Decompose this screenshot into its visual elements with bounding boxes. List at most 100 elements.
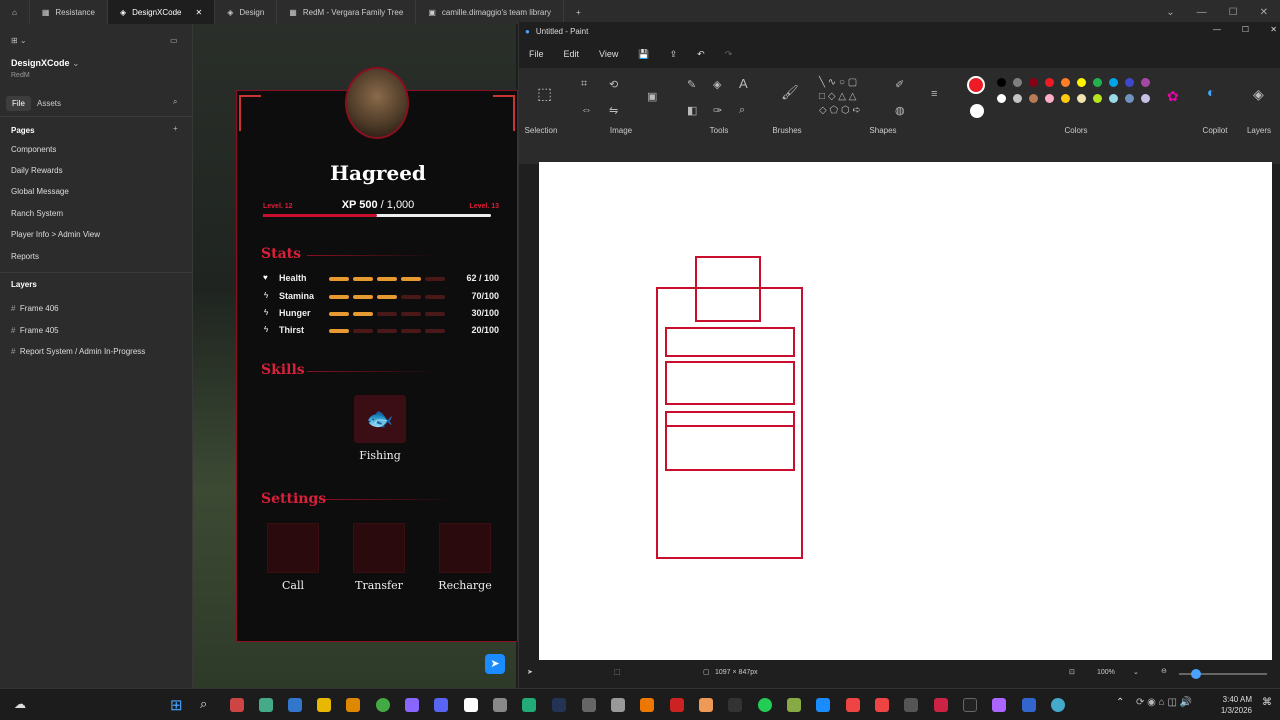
color-picker-icon[interactable]: ✑	[713, 104, 722, 117]
app-icon[interactable]	[464, 698, 478, 712]
save-icon[interactable]: 💾	[638, 49, 649, 60]
palette-color-swatch[interactable]	[997, 94, 1006, 103]
page-item[interactable]: Components	[11, 145, 56, 154]
figma-menu-icon[interactable]: ⊞ ⌄	[11, 36, 27, 45]
page-item[interactable]: Daily Rewards	[11, 166, 63, 175]
page-item[interactable]: Ranch System	[11, 209, 63, 218]
calculator-icon[interactable]	[904, 698, 918, 712]
tab-design[interactable]: ◈ Design	[215, 0, 278, 24]
palette-color-swatch[interactable]	[1109, 94, 1118, 103]
search-icon[interactable]: ⌕	[173, 97, 177, 107]
app-icon[interactable]	[670, 698, 684, 712]
panel-toggle-icon[interactable]: ▭	[170, 36, 178, 45]
layer-item[interactable]: # Frame 405	[11, 326, 59, 335]
app-icon[interactable]	[493, 698, 507, 712]
palette-color-swatch[interactable]	[1061, 78, 1070, 87]
app-icon[interactable]	[259, 698, 273, 712]
palette-color-swatch[interactable]	[1061, 94, 1070, 103]
palette-color-swatch[interactable]	[1029, 94, 1038, 103]
selection-icon[interactable]: ⬚	[537, 84, 552, 104]
call-button[interactable]	[267, 523, 319, 573]
chevron-down-icon[interactable]: ⌄	[1166, 7, 1174, 18]
palette-color-swatch[interactable]	[1077, 78, 1086, 87]
menu-edit[interactable]: Edit	[564, 49, 580, 59]
layers-icon[interactable]: ◈	[1253, 86, 1264, 103]
terminal-icon[interactable]	[963, 698, 977, 712]
clock[interactable]: 3:40 AM 1/3/2026	[1218, 694, 1252, 716]
eraser-icon[interactable]: ◧	[687, 104, 697, 117]
transfer-button[interactable]	[353, 523, 405, 573]
fishing-skill-tile[interactable]: 🐟	[354, 395, 406, 443]
palette-color-swatch[interactable]	[1125, 78, 1134, 87]
palette-color-swatch[interactable]	[1141, 78, 1150, 87]
app-icon[interactable]	[405, 698, 419, 712]
flip-icon[interactable]: ⇋	[609, 104, 618, 117]
page-item[interactable]: Player Info > Admin View	[11, 230, 100, 239]
palette-color-swatch[interactable]	[1141, 94, 1150, 103]
app-icon[interactable]	[1022, 698, 1036, 712]
app-icon[interactable]	[230, 698, 244, 712]
app-icon[interactable]	[288, 698, 302, 712]
app-icon[interactable]	[522, 698, 536, 712]
home-tab[interactable]: ⌂	[0, 0, 30, 24]
palette-color-swatch[interactable]	[1045, 78, 1054, 87]
palette-color-swatch[interactable]	[997, 78, 1006, 87]
maximize-icon[interactable]: ☐	[1229, 7, 1238, 18]
app-icon[interactable]	[346, 698, 360, 712]
app-icon[interactable]	[611, 698, 625, 712]
secondary-color-swatch[interactable]	[970, 104, 984, 118]
app-icon[interactable]	[846, 698, 860, 712]
fit-view-icon[interactable]: ⊡	[1069, 668, 1075, 676]
maximize-icon[interactable]: ☐	[1242, 25, 1249, 34]
project-name[interactable]: DesignXCode ⌄	[11, 58, 80, 69]
pencil-icon[interactable]: ✎	[687, 78, 696, 91]
minimize-icon[interactable]: —	[1197, 7, 1207, 18]
shape-size-icon[interactable]: ≡	[931, 88, 937, 100]
zoom-slider-thumb[interactable]	[1191, 669, 1201, 679]
palette-color-swatch[interactable]	[1093, 94, 1102, 103]
share-icon[interactable]: ⇪	[670, 49, 678, 60]
copilot-icon[interactable]: ◐	[1207, 84, 1215, 100]
weather-icon[interactable]: ☁	[14, 697, 26, 711]
vscode-icon[interactable]	[816, 698, 830, 712]
paint-app-icon[interactable]	[1051, 698, 1065, 712]
shapes-gallery-icon[interactable]: ╲ ∿ ○ ▢ □ ◇ △ △ ◇ ⬠ ⬡ ➪	[819, 76, 861, 118]
fill-style-icon[interactable]: ◍	[895, 104, 905, 117]
tab-team-library[interactable]: ▣ camille.dimaggio's team library	[416, 0, 565, 24]
zoom-level[interactable]: 100%	[1097, 669, 1115, 676]
palette-color-swatch[interactable]	[1093, 78, 1102, 87]
close-icon[interactable]: ✕	[1270, 25, 1277, 34]
close-icon[interactable]: ✕	[1260, 7, 1268, 18]
fill-icon[interactable]: ◈	[713, 78, 721, 91]
tab-designxcode[interactable]: ◈ DesignXCode ✕	[107, 0, 216, 24]
app-icon[interactable]	[640, 698, 654, 712]
chrome-icon[interactable]	[376, 698, 390, 712]
redo-icon[interactable]: ↷	[725, 49, 733, 60]
steam-icon[interactable]	[552, 698, 566, 712]
brush-icon[interactable]: 🖌	[781, 84, 799, 101]
color-wheel-icon[interactable]: ✿	[1167, 88, 1179, 105]
palette-color-swatch[interactable]	[1029, 78, 1038, 87]
palette-color-swatch[interactable]	[1077, 94, 1086, 103]
assets-tab[interactable]: Assets	[37, 99, 61, 108]
paint-canvas[interactable]	[539, 162, 1272, 660]
tab-resistance[interactable]: ▦ Resistance	[30, 0, 108, 24]
tray-chevron-icon[interactable]: ⌃	[1116, 697, 1124, 708]
rotate-icon[interactable]: ⟲	[609, 78, 618, 91]
player-card-frame[interactable]: Hagreed Level. 12 Level. 13 XP 500 / 1,0…	[236, 67, 518, 642]
zoom-slider[interactable]	[1179, 669, 1267, 679]
palette-color-swatch[interactable]	[1013, 78, 1022, 87]
folder-icon[interactable]	[317, 698, 331, 712]
start-icon[interactable]: ⊞	[170, 696, 183, 714]
image-icon[interactable]: ▣	[647, 90, 657, 103]
menu-file[interactable]: File	[529, 49, 544, 59]
magnifier-icon[interactable]: ⌕	[739, 104, 745, 117]
notification-icon[interactable]: ⌘	[1262, 697, 1272, 708]
app-icon[interactable]	[699, 698, 713, 712]
page-item[interactable]: Global Message	[11, 187, 69, 196]
tray-icons[interactable]: ⟳ ◉ ⌂ ◫ 🔊	[1136, 697, 1192, 708]
close-icon[interactable]: ✕	[196, 8, 203, 17]
layer-item[interactable]: # Report System / Admin In-Progress	[11, 347, 145, 356]
layer-item[interactable]: # Frame 406	[11, 304, 59, 313]
discord-icon[interactable]	[434, 698, 448, 712]
